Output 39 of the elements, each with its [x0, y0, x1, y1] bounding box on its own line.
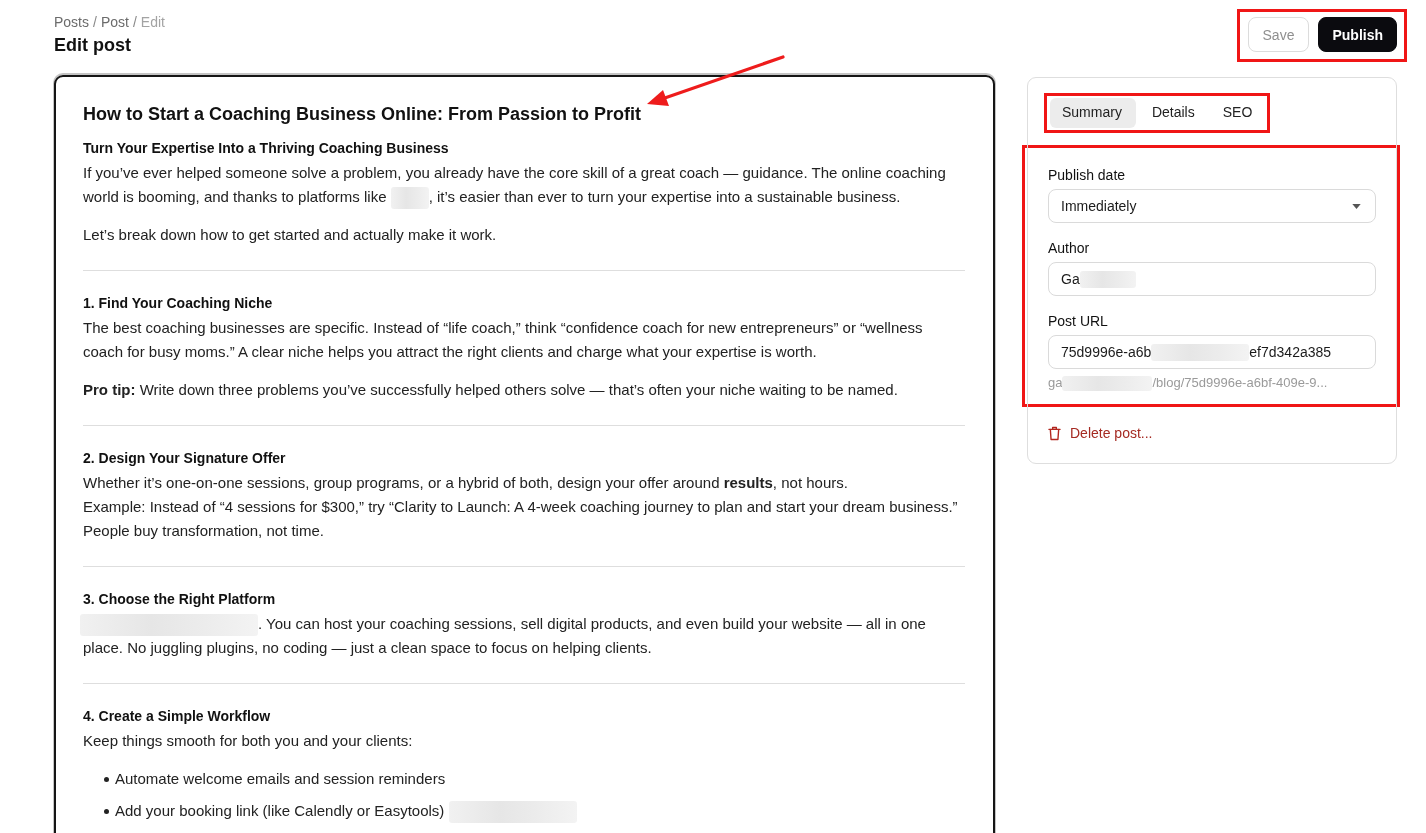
paragraph: If you’ve ever helped someone solve a problem, you already have the core skill of a great coach — guidance. The online coaching world is booming, and thanks to platforms like , it’s easier than ever to turn your expertise into a sustainable business. [83, 161, 965, 210]
post-title: How to Start a Coaching Business Online: From Passion to Profit [83, 104, 642, 124]
text-field[interactable]: 75d9996e-a6b ef7d342a385 [1048, 335, 1376, 369]
dropdown-field[interactable]: Immediately [1048, 189, 1376, 223]
section-heading: 3. Choose the Right Platform [83, 590, 277, 610]
paragraph: Keep things smooth for both you and your clients: [83, 731, 414, 752]
paragraph: Pro tip: Write down three problems you’ve successfully helped others solve — that’s often your niche waiting to be named. [83, 380, 899, 401]
breadcrumb-separator: / [93, 13, 97, 31]
section-heading: Turn Your Expertise Into a Thriving Coaching Business [83, 139, 450, 158]
section-heading: 1. Find Your Coaching Niche [83, 294, 274, 314]
field-label: Author [1048, 239, 1091, 257]
paragraph: . You can host your coaching sessions, sell digital products, and even build your website — all in one place. No juggling plugins, no coding — just a clean space to focus on helping clients. [83, 612, 965, 661]
text-field[interactable]: Ga [1048, 262, 1376, 296]
url-preview: ga /blog/75d9996e-a6bf-409e-9... [1048, 375, 1329, 391]
trash-icon [1048, 425, 1061, 441]
bullet-icon [104, 776, 109, 782]
redaction-blur [390, 187, 429, 210]
tab[interactable]: Summary [1050, 98, 1136, 128]
breadcrumb-link[interactable]: Post [100, 13, 129, 31]
paragraph: The best coaching businesses are specific. Instead of “life coach,” think “confidence coach for new entrepreneurs” or “wellness coach for busy moms.” A clear niche helps you attract the right clients and charge what your expertise is worth. [83, 318, 924, 363]
delete-post-button[interactable]: Delete post... [1048, 425, 1153, 441]
field-label: Post URL [1048, 312, 1109, 330]
paragraph: Let’s break down how to get started and actually make it work. [83, 225, 498, 246]
section-heading: 4. Create a Simple Workflow [83, 707, 272, 727]
breadcrumb-current: Edit [140, 13, 165, 31]
bullet-icon [104, 808, 109, 814]
section-heading: 2. Design Your Signature Offer [83, 449, 287, 469]
list-item: Automate welcome emails and session reminders [115, 769, 446, 790]
page-title: Edit post [54, 34, 132, 57]
paragraph: Whether it’s one-on-one sessions, group programs, or a hybrid of both, design your offer around results, not hours. Example: Instead of “4 sessions for $300,” try “Clarity to Launch: A 4-week coaching journey to plan and start your dream business.” People buy transformation, not time. [83, 473, 959, 542]
breadcrumb-separator: / [132, 13, 137, 31]
tab[interactable]: SEO [1210, 98, 1265, 128]
caret-icon [1352, 203, 1361, 209]
tab[interactable]: Details [1139, 98, 1207, 128]
breadcrumb-link[interactable]: Posts [54, 13, 89, 31]
action-button[interactable]: Publish [1318, 17, 1397, 52]
field-label: Publish date [1048, 166, 1127, 184]
list-item: Add your booking link (like Calendly or Easytools) [115, 799, 577, 824]
redaction-blur [1079, 270, 1136, 288]
